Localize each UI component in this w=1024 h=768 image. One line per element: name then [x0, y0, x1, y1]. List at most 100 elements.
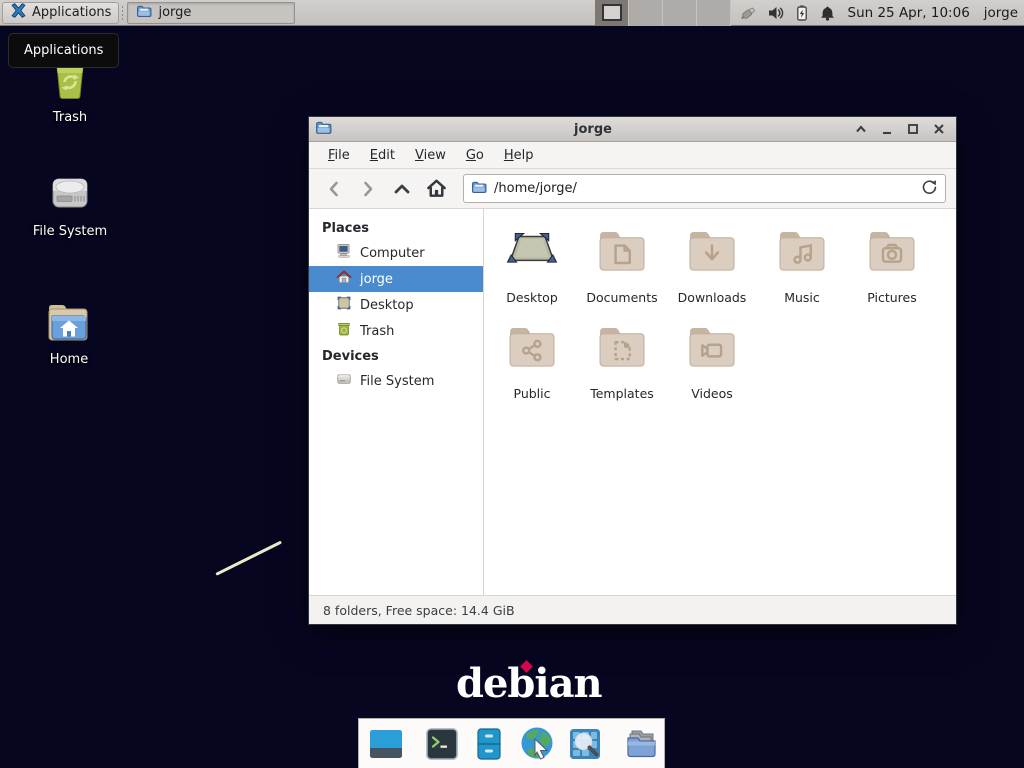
volume-icon[interactable]	[767, 4, 785, 22]
file-item-videos[interactable]: Videos	[667, 317, 757, 413]
clock[interactable]: Sun 25 Apr, 10:06	[848, 5, 970, 21]
show-desktop-icon[interactable]	[367, 725, 405, 763]
window-content: Places Computer jorge Desktop	[309, 209, 956, 595]
file-manager-window: jorge File Edit View Go Help	[308, 116, 957, 625]
file-item-label: Documents	[586, 290, 657, 305]
folder-videos-icon	[680, 317, 744, 383]
applications-label: Applications	[32, 5, 111, 20]
status-text: 8 folders, Free space: 14.4 GiB	[323, 603, 515, 618]
workspace-2[interactable]	[629, 0, 663, 26]
menu-edit[interactable]: Edit	[361, 144, 404, 167]
window-titlebar[interactable]: jorge	[309, 117, 956, 142]
menu-help[interactable]: Help	[495, 144, 543, 167]
workspace-1[interactable]	[595, 0, 629, 26]
taskbar-window-button[interactable]: jorge	[127, 2, 294, 24]
desktop-icon-label: Trash	[15, 110, 125, 125]
home-folder-icon	[14, 298, 124, 348]
location-bar[interactable]: /home/jorge/	[463, 174, 946, 203]
battery-icon[interactable]	[794, 4, 810, 22]
computer-icon	[336, 243, 352, 263]
back-button[interactable]	[319, 175, 349, 203]
sidebar-item-trash[interactable]: Trash	[309, 318, 483, 344]
desktop-line-artifact	[215, 541, 282, 576]
top-panel: Applications jorge Sun 25 Apr, 10:06 jor…	[0, 0, 1024, 26]
applications-menu-button[interactable]: Applications	[2, 2, 119, 24]
sidebar-item-computer[interactable]: Computer	[309, 240, 483, 266]
folder-public-icon	[500, 317, 564, 383]
sidebar: Places Computer jorge Desktop	[309, 209, 484, 595]
menu-bar: File Edit View Go Help	[309, 142, 956, 169]
file-manager-icon[interactable]	[622, 724, 662, 764]
harddrive-icon	[15, 168, 125, 220]
menu-file[interactable]: File	[319, 144, 359, 167]
sidebar-item-label: Desktop	[360, 298, 414, 313]
menu-go[interactable]: Go	[457, 144, 493, 167]
path-text[interactable]: /home/jorge/	[494, 181, 914, 196]
sidebar-header-devices: Devices	[309, 344, 483, 368]
file-item-music[interactable]: Music	[757, 221, 847, 317]
file-item-desktop[interactable]: Desktop	[487, 221, 577, 317]
file-item-label: Videos	[691, 386, 733, 401]
harddrive-small-icon	[336, 371, 352, 391]
taskbar-window-label: jorge	[158, 5, 191, 20]
file-item-label: Templates	[590, 386, 654, 401]
panel-grip-handle[interactable]	[121, 5, 125, 21]
sidebar-item-file-system[interactable]: File System	[309, 368, 483, 394]
workspace-4[interactable]	[697, 0, 731, 26]
file-item-pictures[interactable]: Pictures	[847, 221, 937, 317]
maximize-icon[interactable]	[906, 122, 920, 136]
workspace-switcher[interactable]	[595, 0, 731, 26]
sidebar-item-label: Trash	[360, 324, 394, 339]
sidebar-item-label: jorge	[360, 272, 393, 287]
file-item-templates[interactable]: Templates	[577, 317, 667, 413]
desktop-icon-label: Home	[14, 352, 124, 367]
file-cabinet-icon[interactable]	[470, 725, 508, 763]
sidebar-header-places: Places	[309, 216, 483, 240]
file-item-label: Desktop	[506, 290, 558, 305]
tooltip-text: Applications	[24, 43, 103, 58]
shade-icon[interactable]	[854, 122, 868, 136]
desktop-icon-home[interactable]: Home	[14, 298, 124, 367]
menu-view[interactable]: View	[406, 144, 455, 167]
file-item-downloads[interactable]: Downloads	[667, 221, 757, 317]
file-item-label: Downloads	[678, 290, 747, 305]
home-red-icon	[336, 269, 352, 289]
notifications-bell-icon[interactable]	[819, 4, 836, 22]
debian-logo: debian	[456, 660, 602, 707]
home-button[interactable]	[421, 175, 451, 203]
close-icon[interactable]	[932, 122, 946, 136]
file-item-public[interactable]: Public	[487, 317, 577, 413]
desktop-icon-file-system[interactable]: File System	[15, 168, 125, 239]
forward-button[interactable]	[353, 175, 383, 203]
status-bar: 8 folders, Free space: 14.4 GiB	[309, 595, 956, 624]
terminal-icon[interactable]	[423, 725, 461, 763]
folder-icon	[471, 179, 487, 199]
folder-downloads-icon	[680, 221, 744, 287]
network-plug-icon[interactable]	[739, 3, 758, 22]
web-browser-icon[interactable]	[517, 724, 557, 764]
sidebar-item-desktop[interactable]: Desktop	[309, 292, 483, 318]
desktop-icon	[336, 295, 352, 315]
folder-templates-icon	[590, 317, 654, 383]
file-item-label: Public	[514, 386, 551, 401]
app-finder-icon[interactable]	[566, 725, 604, 763]
sidebar-item-label: Computer	[360, 246, 425, 261]
desktop-surface-icon	[500, 221, 564, 287]
minimize-icon[interactable]	[880, 122, 894, 136]
folder-pictures-icon	[860, 221, 924, 287]
reload-icon[interactable]	[921, 178, 938, 199]
file-item-label: Pictures	[867, 290, 917, 305]
username-label[interactable]: jorge	[984, 5, 1018, 21]
sidebar-item-jorge[interactable]: jorge	[309, 266, 483, 292]
file-item-documents[interactable]: Documents	[577, 221, 667, 317]
folder-documents-icon	[590, 221, 654, 287]
trash-small-icon	[336, 321, 352, 341]
file-list-view[interactable]: Desktop Documents Downloads	[484, 209, 956, 595]
up-button[interactable]	[387, 175, 417, 203]
folder-music-icon	[770, 221, 834, 287]
workspace-3[interactable]	[663, 0, 697, 26]
window-title: jorge	[332, 122, 854, 137]
xfce-logo-icon	[10, 2, 27, 23]
dock-panel	[358, 718, 665, 768]
system-tray	[739, 3, 836, 22]
